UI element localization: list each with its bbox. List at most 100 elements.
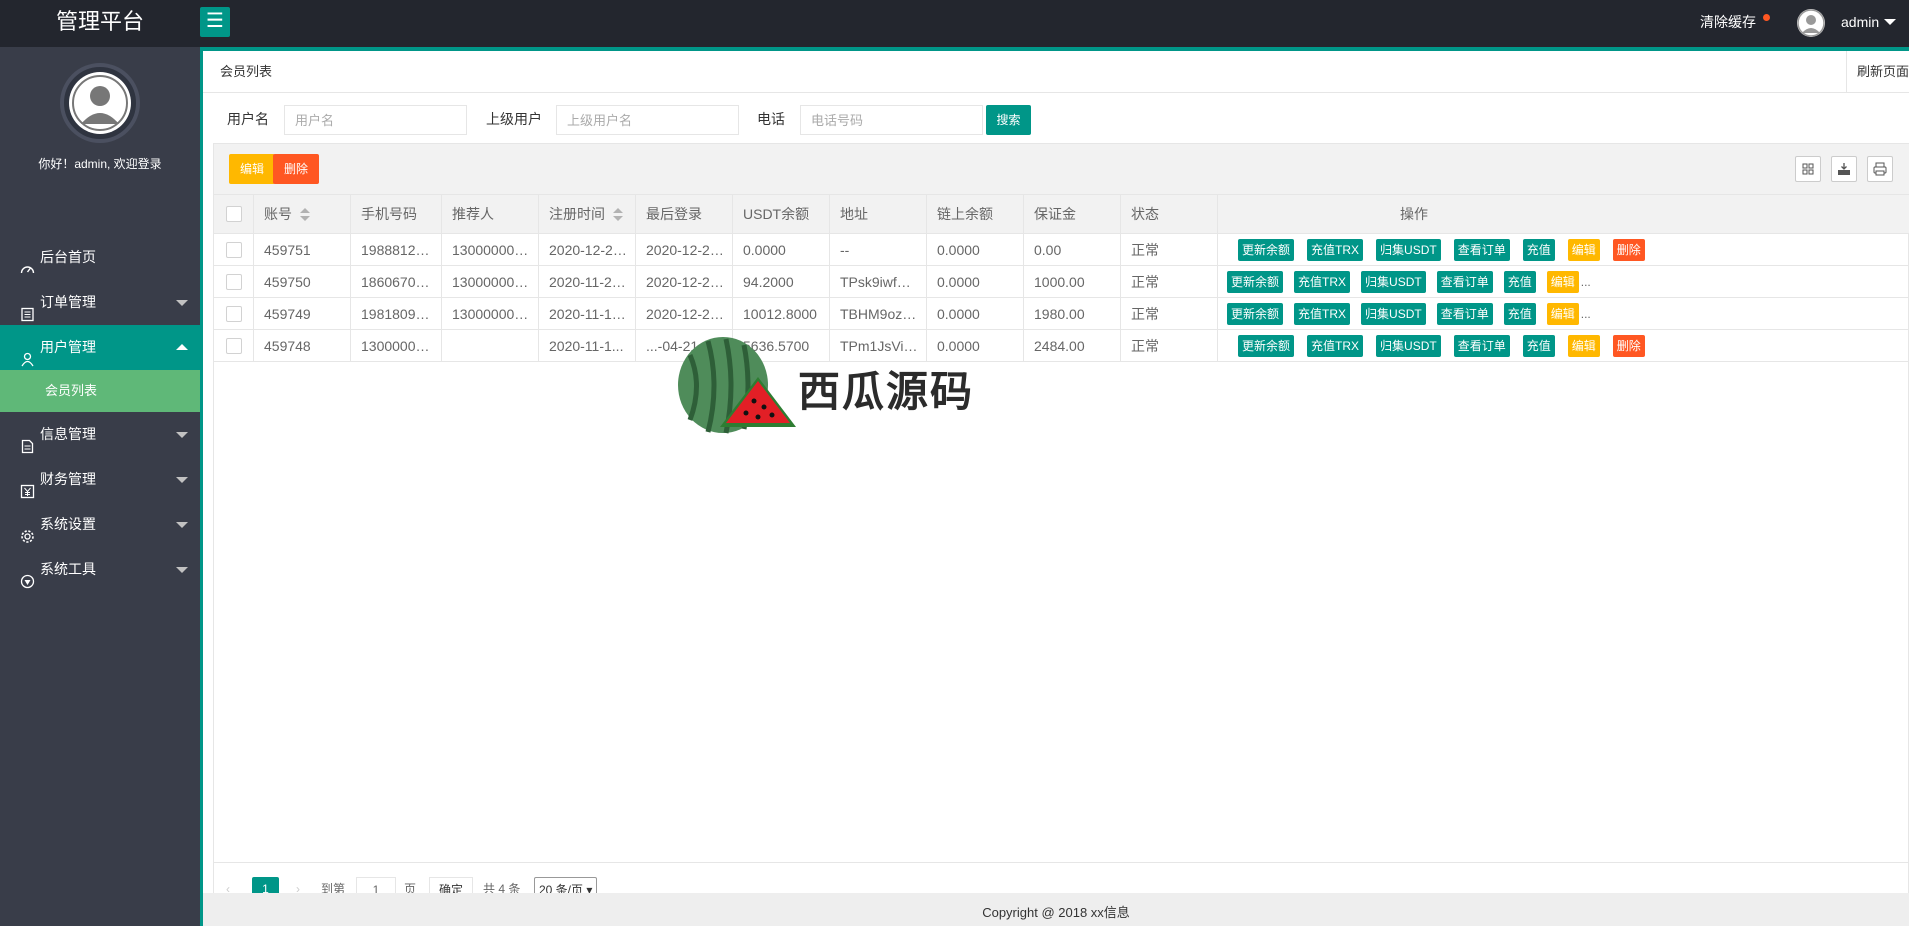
collect-usdt-button[interactable]: 归集USDT — [1361, 271, 1426, 293]
sidebar-item-orders[interactable]: 订单管理 — [0, 280, 200, 325]
row-checkbox[interactable] — [226, 338, 242, 354]
cell-address: -- — [830, 234, 927, 266]
edit-button[interactable]: 编辑 — [229, 154, 276, 184]
notification-dot — [1763, 14, 1770, 21]
cell-register-time: 2020-11-20 2... — [539, 266, 636, 298]
sidebar-item-label: 订单管理 — [40, 294, 96, 310]
collect-usdt-button[interactable]: 归集USDT — [1361, 303, 1426, 325]
recharge-trx-button[interactable]: 充值TRX — [1294, 303, 1351, 325]
recharge-trx-button[interactable]: 充值TRX — [1307, 239, 1364, 261]
table-toolbar: 编辑 删除 — [214, 144, 1909, 195]
app-logo[interactable]: 管理平台 — [0, 0, 200, 47]
cell-account: 459748 — [254, 330, 351, 362]
view-orders-button[interactable]: 查看订单 — [1436, 303, 1493, 325]
sidebar-item-settings[interactable]: 系统设置 — [0, 502, 200, 547]
sort-icon[interactable] — [300, 208, 310, 222]
table-body: 459751 19888123863 13000000000 2020-12-21 .… — [214, 234, 1909, 362]
more-actions-ellipsis: ... — [1580, 275, 1591, 289]
view-orders-button[interactable]: 查看订单 — [1453, 239, 1510, 261]
delete-row-button[interactable]: 删除 — [1612, 335, 1645, 357]
chevron-down-icon — [176, 567, 188, 573]
row-checkbox-cell — [214, 234, 254, 266]
column-header-last-login: 最后登录 — [636, 195, 733, 234]
cell-status: 正常 — [1121, 266, 1218, 298]
footer-copyright: Copyright @ 2018 xx信息 — [203, 893, 1909, 926]
sidebar-subitem-member-list[interactable]: 会员列表 — [0, 370, 200, 412]
chevron-down-icon — [176, 432, 188, 438]
row-checkbox[interactable] — [226, 274, 242, 290]
recharge-button[interactable]: 充值 — [1503, 271, 1536, 293]
edit-row-button[interactable]: 编辑 — [1546, 303, 1579, 325]
cell-address: TBHM9ozDs... — [830, 298, 927, 330]
update-balance-button[interactable]: 更新余额 — [1238, 239, 1295, 261]
sidebar-item-tools[interactable]: 系统工具 — [0, 547, 200, 592]
tool-icon — [20, 562, 35, 589]
tab-member-list[interactable]: 会员列表 — [220, 51, 272, 93]
sidebar-item-finance[interactable]: 财务管理 — [0, 457, 200, 502]
sidebar-item-label: 财务管理 — [40, 471, 96, 487]
main-content: 会员列表 刷新页面 用户名 上级用户 电话 搜索 编辑 删除 — [203, 51, 1909, 926]
column-header-usdt-balance: USDT余额 — [733, 195, 830, 234]
cell-chain-balance: 0.0000 — [927, 234, 1024, 266]
column-header-register-time[interactable]: 注册时间 — [539, 195, 636, 234]
gear-icon — [20, 517, 35, 543]
sidebar-item-home[interactable]: 后台首页 — [0, 235, 200, 280]
cell-chain-balance: 0.0000 — [927, 298, 1024, 330]
search-form: 用户名 上级用户 电话 搜索 — [203, 93, 1909, 143]
recharge-button[interactable]: 充值 — [1503, 303, 1536, 325]
delete-button[interactable]: 删除 — [273, 154, 320, 184]
recharge-button[interactable]: 充值 — [1522, 335, 1555, 357]
dashboard-icon — [20, 250, 35, 274]
username-input[interactable] — [284, 105, 467, 135]
chevron-down-icon[interactable] — [1884, 19, 1896, 25]
row-actions: 更新余额 充值TRX 归集USDT 查看订单 充值 编辑 删除 — [1238, 330, 1658, 362]
more-actions-ellipsis: ... — [1580, 307, 1591, 321]
update-balance-button[interactable]: 更新余额 — [1238, 335, 1295, 357]
collect-usdt-button[interactable]: 归集USDT — [1376, 239, 1441, 261]
delete-row-button[interactable]: 删除 — [1612, 239, 1645, 261]
cell-deposit: 1000.00 — [1024, 266, 1121, 298]
recharge-trx-button[interactable]: 充值TRX — [1307, 335, 1364, 357]
recharge-trx-button[interactable]: 充值TRX — [1294, 271, 1351, 293]
header-checkbox-cell — [214, 195, 254, 234]
row-checkbox-cell — [214, 298, 254, 330]
phone-label: 电话 — [757, 111, 785, 127]
column-header-account[interactable]: 账号 — [254, 195, 351, 234]
select-all-checkbox[interactable] — [226, 206, 242, 222]
row-actions: 更新余额 充值TRX 归集USDT 查看订单 充值 编辑... — [1227, 266, 1591, 298]
refresh-page-button[interactable]: 刷新页面 — [1846, 51, 1909, 93]
avatar[interactable] — [1797, 9, 1825, 37]
parent-user-input[interactable] — [556, 105, 739, 135]
sort-icon[interactable] — [613, 208, 623, 222]
table-row: 459751 19888123863 13000000000 2020-12-21 .… — [214, 234, 1909, 266]
menu-toggle-icon[interactable]: ☰ — [200, 7, 230, 37]
recharge-button[interactable]: 充值 — [1522, 239, 1555, 261]
search-button[interactable]: 搜索 — [986, 105, 1031, 135]
chevron-down-icon — [176, 300, 188, 306]
columns-icon[interactable] — [1795, 156, 1821, 182]
print-icon[interactable] — [1867, 156, 1893, 182]
edit-row-button[interactable]: 编辑 — [1567, 335, 1600, 357]
edit-row-button[interactable]: 编辑 — [1567, 239, 1600, 261]
collect-usdt-button[interactable]: 归集USDT — [1376, 335, 1441, 357]
sidebar-item-users[interactable]: 用户管理 — [0, 325, 200, 370]
clear-cache-button[interactable]: 清除缓存 — [1700, 0, 1756, 47]
admin-menu[interactable]: admin — [1841, 0, 1879, 47]
sidebar-item-info[interactable]: 信息管理 — [0, 412, 200, 457]
update-balance-button[interactable]: 更新余额 — [1227, 271, 1284, 293]
row-checkbox-cell — [214, 266, 254, 298]
watermelon-icon — [678, 337, 796, 434]
cell-last-login: 2020-12-21 ... — [636, 298, 733, 330]
row-checkbox[interactable] — [226, 306, 242, 322]
table-header: 账号 手机号码 推荐人 注册时间 最后登录 USDT余额 地址 链上余额 保证金… — [214, 195, 1909, 234]
table-row: 459749 19818094582 13000000000 2020-11-19 1… — [214, 298, 1909, 330]
update-balance-button[interactable]: 更新余额 — [1227, 303, 1284, 325]
list-icon — [20, 295, 35, 322]
row-checkbox[interactable] — [226, 242, 242, 258]
view-orders-button[interactable]: 查看订单 — [1453, 335, 1510, 357]
view-orders-button[interactable]: 查看订单 — [1436, 271, 1493, 293]
export-icon[interactable] — [1831, 156, 1857, 182]
edit-row-button[interactable]: 编辑 — [1546, 271, 1579, 293]
cell-phone: 19888123863 — [351, 234, 442, 266]
phone-input[interactable] — [800, 105, 983, 135]
